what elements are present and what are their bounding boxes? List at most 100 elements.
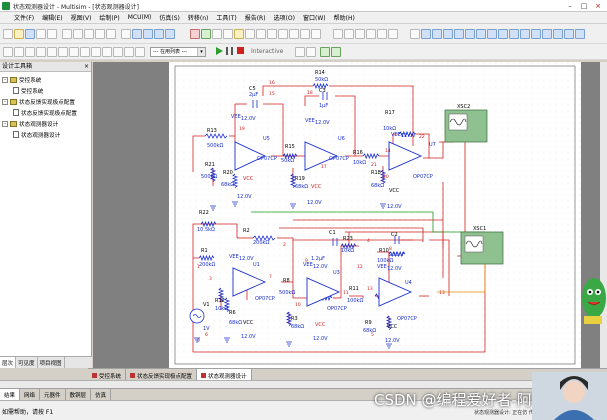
tab-simulation[interactable]: 仿真 <box>91 389 112 400</box>
select-arrow-icon[interactable] <box>3 47 13 57</box>
menu-place[interactable]: 绘制(P) <box>95 13 123 22</box>
menu-simulate[interactable]: 仿真(S) <box>155 13 184 22</box>
junction-icon[interactable] <box>36 47 46 57</box>
new-file-icon[interactable] <box>3 29 13 39</box>
cmos-component-icon[interactable] <box>256 29 266 39</box>
instrument-agilent-icon[interactable] <box>553 29 563 39</box>
close-button[interactable]: × <box>591 1 605 11</box>
tree-leaf-state-feedback[interactable]: 状态反馈实现极点配置 <box>1 107 91 118</box>
instrument-counter-icon[interactable] <box>476 29 486 39</box>
grapher-icon[interactable] <box>333 29 343 39</box>
ellipse-tool-icon[interactable] <box>102 47 112 57</box>
tab-copper-layers[interactable]: 敷铜层 <box>66 389 92 400</box>
tree-node-state-feedback[interactable]: - 状态反馈实现极点配置 <box>1 96 91 107</box>
menu-file[interactable]: 文件(F) <box>10 13 38 22</box>
postprocessor-icon[interactable] <box>344 29 354 39</box>
instrument-wattmeter-icon[interactable] <box>443 29 453 39</box>
misc-component-icon[interactable] <box>311 29 321 39</box>
mixed-component-icon[interactable] <box>278 29 288 39</box>
cut-icon[interactable] <box>62 29 72 39</box>
instrument-word-icon[interactable] <box>487 29 497 39</box>
tree-leaf-observer-design[interactable]: 状态观测器设计 <box>1 129 91 140</box>
instrument-tektronix-icon[interactable] <box>564 29 574 39</box>
open-folder-icon[interactable] <box>14 29 24 39</box>
menu-reports[interactable]: 报告(R) <box>241 13 270 22</box>
in-use-list-dropdown[interactable]: --- 在用列表 --- ▾ <box>150 47 206 57</box>
copy-icon[interactable] <box>73 29 83 39</box>
zoom-in-icon[interactable] <box>132 29 142 39</box>
wire-tool-icon[interactable] <box>14 47 24 57</box>
misc-digital-icon[interactable] <box>267 29 277 39</box>
save-icon[interactable] <box>25 29 35 39</box>
oscilloscope-xsc1[interactable]: XSC1 <box>460 226 504 265</box>
tree-leaf-controlled-system[interactable]: 受控系统 <box>1 85 91 96</box>
diode-component-icon[interactable] <box>212 29 222 39</box>
analog-component-icon[interactable] <box>234 29 244 39</box>
arc-tool-icon[interactable] <box>113 47 123 57</box>
menu-window[interactable]: 窗口(W) <box>299 13 330 22</box>
tab-nets[interactable]: 网络 <box>20 389 41 400</box>
menu-options[interactable]: 选项(O) <box>270 13 299 22</box>
doc-tab-controlled-system[interactable]: 受控系统 <box>88 369 127 380</box>
probe-icon[interactable] <box>295 47 305 57</box>
line-tool-icon[interactable] <box>80 47 90 57</box>
basic-component-icon[interactable] <box>201 29 211 39</box>
tree-expander-icon[interactable]: - <box>2 76 8 83</box>
maximize-button[interactable]: □ <box>577 1 591 11</box>
menu-help[interactable]: 帮助(H) <box>330 13 359 22</box>
instrument-multimeter-icon[interactable] <box>421 29 431 39</box>
polygon-tool-icon[interactable] <box>124 47 134 57</box>
instrument-spectrum-icon[interactable] <box>531 29 541 39</box>
print-icon[interactable] <box>36 29 46 39</box>
ttl-component-icon[interactable] <box>245 29 255 39</box>
tab-hierarchy[interactable]: 层次 <box>0 357 17 368</box>
paste-icon[interactable] <box>84 29 94 39</box>
tab-visibility[interactable]: 可见度 <box>16 357 38 368</box>
menu-mcu[interactable]: MCU(M) <box>124 14 156 21</box>
doc-tab-state-feedback[interactable]: 状态反馈实现极点配置 <box>126 369 198 380</box>
instrument-iv-icon[interactable] <box>509 29 519 39</box>
instrument-bode-icon[interactable] <box>465 29 475 39</box>
doc-tab-observer-design[interactable]: 状态观测器设计 <box>197 369 252 380</box>
schematic-canvas[interactable]: C5 2μF R14 50kΩ C3 1μF R13 500kΩ R21 500… <box>93 62 607 368</box>
menu-tools[interactable]: 工具(T) <box>212 13 240 22</box>
minimize-button[interactable]: – <box>563 1 577 11</box>
run-simulation-icon[interactable] <box>216 47 223 55</box>
fullscreen-icon[interactable] <box>121 29 131 39</box>
tab-project-view[interactable]: 项目视图 <box>38 357 65 368</box>
menu-view[interactable]: 视图(V) <box>67 13 96 22</box>
tab-results[interactable]: 结果 <box>0 389 21 400</box>
voltage-source-v1[interactable] <box>189 308 205 324</box>
zoom-minus-icon[interactable] <box>331 47 341 57</box>
stop-simulation-icon[interactable] <box>237 47 244 54</box>
tree-node-observer-design[interactable]: - 状态观测器设计 <box>1 118 91 129</box>
menu-edit[interactable]: 编辑(E) <box>38 13 66 22</box>
interactive-label[interactable]: Interactive <box>251 48 283 55</box>
zoom-area-icon[interactable] <box>154 29 164 39</box>
zoom-fit-icon[interactable] <box>165 29 175 39</box>
indicator-component-icon[interactable] <box>289 29 299 39</box>
panel-close-icon[interactable]: × <box>84 62 89 72</box>
undo-icon[interactable] <box>95 29 105 39</box>
instrument-probe-icon[interactable] <box>575 29 585 39</box>
instrument-generator-icon[interactable] <box>432 29 442 39</box>
instrument-oscilloscope-icon[interactable] <box>454 29 464 39</box>
source-component-icon[interactable] <box>190 29 200 39</box>
bus-tool-icon[interactable] <box>25 47 35 57</box>
pause-simulation-icon[interactable] <box>226 47 233 55</box>
redo-icon[interactable] <box>106 29 116 39</box>
zoom-out-icon[interactable] <box>143 29 153 39</box>
database-icon[interactable] <box>388 29 398 39</box>
power-component-icon[interactable] <box>300 29 310 39</box>
probe-settings-icon[interactable] <box>306 47 316 57</box>
tab-components[interactable]: 元器件 <box>40 389 66 400</box>
spreadsheet-icon[interactable] <box>366 29 376 39</box>
tree-node-controlled-system[interactable]: - 受控系统 <box>1 74 91 85</box>
tree-expander-icon[interactable]: - <box>2 98 8 105</box>
zoom-plus-icon[interactable] <box>320 47 330 57</box>
oscilloscope-xsc2[interactable]: XSC2 <box>444 104 488 143</box>
text-tool-icon[interactable] <box>69 47 79 57</box>
instrument-network-icon[interactable] <box>542 29 552 39</box>
instrument-distortion-icon[interactable] <box>520 29 530 39</box>
connector-icon[interactable] <box>58 47 68 57</box>
